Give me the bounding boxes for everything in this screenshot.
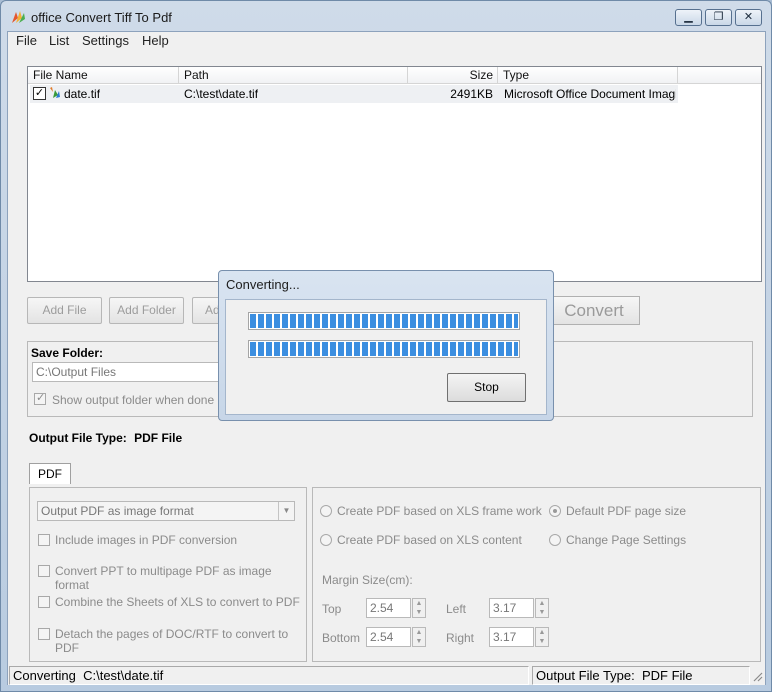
show-folder-checkbox[interactable]: ✓ xyxy=(34,392,46,405)
default-size-label: Default PDF page size xyxy=(566,504,687,518)
status-bar: Converting C:\test\date.tif Output File … xyxy=(8,664,765,685)
column-file-name[interactable]: File Name xyxy=(28,67,179,84)
save-folder-input[interactable]: C:\Output Files xyxy=(32,362,222,382)
status-converting: Converting C:\test\date.tif xyxy=(9,666,529,685)
show-folder-label: Show output folder when done xyxy=(52,393,215,407)
change-page-radio[interactable] xyxy=(549,534,561,546)
output-type-value: PDF File xyxy=(134,431,183,445)
progress-bar-2 xyxy=(248,340,520,358)
convert-button[interactable]: Convert xyxy=(548,296,640,325)
resize-grip-icon[interactable] xyxy=(751,670,763,682)
chevron-down-icon: ▼ xyxy=(278,502,294,520)
status-output-type: Output File Type: PDF File xyxy=(532,666,750,685)
include-images-label: Include images in PDF conversion xyxy=(55,533,238,547)
add-file-button[interactable]: Add File xyxy=(27,297,102,324)
xls-content-radio[interactable] xyxy=(320,534,332,546)
app-icon xyxy=(12,11,25,23)
cell-path: C:\test\date.tif xyxy=(184,87,259,101)
dialog-title: Converting... xyxy=(226,277,300,292)
stop-button[interactable]: Stop xyxy=(447,373,526,402)
row-checkbox[interactable]: ✓ xyxy=(33,87,46,100)
output-file-type: Output File Type: PDF File xyxy=(29,431,182,445)
menu-file[interactable]: File xyxy=(16,33,37,48)
close-button[interactable]: ✕ xyxy=(735,9,762,26)
pdf-options-left: Output PDF as image format ▼ Include ima… xyxy=(29,487,307,662)
left-margin-spinner[interactable]: ▲ ▼ xyxy=(535,598,549,618)
left-label: Left xyxy=(446,602,467,616)
combine-sheets-checkbox[interactable] xyxy=(38,596,50,608)
tab-pdf[interactable]: PDF xyxy=(29,463,71,484)
cell-file-name: date.tif xyxy=(64,87,101,101)
tif-file-icon xyxy=(50,87,60,98)
minimize-button[interactable]: ▁ xyxy=(675,9,702,26)
format-select-value: Output PDF as image format xyxy=(41,504,194,518)
detach-pages-label: Detach the pages of DOC/RTF to convert t… xyxy=(55,627,289,655)
output-type-label: Output File Type: xyxy=(29,431,127,445)
bottom-margin-input[interactable]: 2.54 xyxy=(366,627,411,647)
dialog-body: Stop xyxy=(225,299,547,415)
progress-bar-1 xyxy=(248,312,520,330)
format-select[interactable]: Output PDF as image format ▼ xyxy=(37,501,295,521)
convert-ppt-checkbox[interactable] xyxy=(38,565,50,577)
window-title: office Convert Tiff To Pdf xyxy=(31,10,172,25)
xls-frame-label: Create PDF based on XLS frame work xyxy=(337,504,542,518)
column-type[interactable]: Type xyxy=(498,67,678,84)
xls-content-label: Create PDF based on XLS content xyxy=(337,533,522,547)
progress-fill-2 xyxy=(250,342,518,356)
change-page-label: Change Page Settings xyxy=(566,533,687,547)
menu-settings[interactable]: Settings xyxy=(82,33,129,48)
maximize-button[interactable]: ❐ xyxy=(705,9,732,26)
add-folder-button[interactable]: Add Folder xyxy=(109,297,184,324)
column-path[interactable]: Path xyxy=(179,67,408,84)
left-margin-input[interactable]: 3.17 xyxy=(489,598,534,618)
table-row[interactable]: ✓ date.tif C:\test\date.tif 2491KB Micro… xyxy=(30,85,678,103)
bottom-label: Bottom xyxy=(322,631,361,645)
pdf-tab-panel: Output PDF as image format ▼ Include ima… xyxy=(27,484,765,662)
progress-fill-1 xyxy=(250,314,518,328)
top-label: Top xyxy=(322,602,342,616)
margin-size-label: Margin Size(cm): xyxy=(322,573,413,587)
bottom-margin-spinner[interactable]: ▲ ▼ xyxy=(412,627,426,647)
right-margin-input[interactable]: 3.17 xyxy=(489,627,534,647)
menu-list[interactable]: List xyxy=(49,33,69,48)
right-margin-spinner[interactable]: ▲ ▼ xyxy=(535,627,549,647)
save-folder-label: Save Folder: xyxy=(31,346,104,360)
column-size[interactable]: Size xyxy=(408,67,498,84)
pdf-options-right: Create PDF based on XLS frame work Defau… xyxy=(312,487,761,662)
menu-help[interactable]: Help xyxy=(142,33,169,48)
title-bar[interactable]: office Convert Tiff To Pdf ▁ ❐ ✕ xyxy=(1,1,771,31)
cell-size: 2491KB xyxy=(450,87,493,101)
top-margin-input[interactable]: 2.54 xyxy=(366,598,411,618)
file-list[interactable]: File Name Path Size Type ✓ date.tif C:\t… xyxy=(27,66,762,282)
top-margin-spinner[interactable]: ▲ ▼ xyxy=(412,598,426,618)
converting-dialog: Converting... Stop xyxy=(218,270,554,421)
convert-ppt-label: Convert PPT to multipage PDF as image fo… xyxy=(55,564,272,592)
xls-frame-radio[interactable] xyxy=(320,505,332,517)
combine-sheets-label: Combine the Sheets of XLS to convert to … xyxy=(55,595,300,609)
detach-pages-checkbox[interactable] xyxy=(38,628,50,640)
include-images-checkbox[interactable] xyxy=(38,534,50,546)
right-label: Right xyxy=(446,631,475,645)
menu-bar: File List Settings Help xyxy=(8,32,765,50)
cell-type: Microsoft Office Document Imagi... xyxy=(504,87,676,101)
default-size-radio[interactable] xyxy=(549,505,561,517)
list-header: File Name Path Size Type xyxy=(28,67,761,84)
